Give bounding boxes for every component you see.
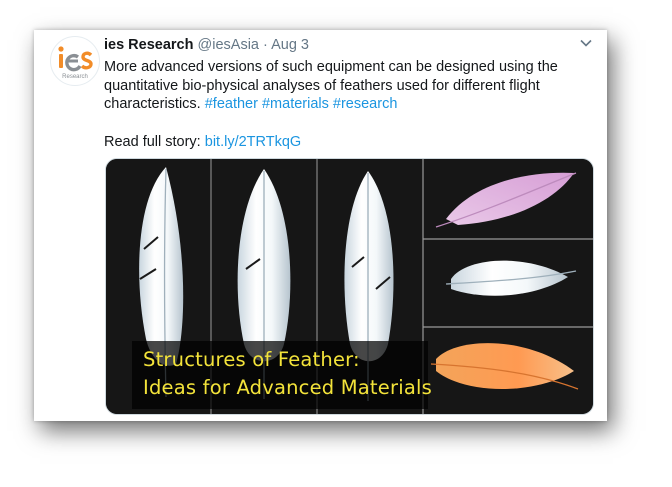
caption-line-2: Ideas for Advanced Materials bbox=[143, 376, 432, 399]
ies-logo-icon: Research bbox=[58, 46, 93, 80]
caption-line-1: Structures of Feather: bbox=[143, 348, 360, 371]
image-caption: Structures of Feather: Ideas for Advance… bbox=[132, 341, 432, 409]
tweet-main-text: More advanced versions of such equipment… bbox=[104, 59, 558, 112]
avatar-subtext: Research bbox=[62, 74, 88, 80]
author-handle[interactable]: @iesAsia bbox=[198, 37, 259, 53]
tweet-text: More advanced versions of such equipment… bbox=[104, 58, 574, 151]
hashtag-research[interactable]: #research bbox=[333, 96, 397, 112]
separator-dot: · bbox=[263, 37, 268, 53]
tweet-header: ies Research @iesAsia · Aug 3 bbox=[104, 37, 309, 53]
chevron-down-icon[interactable] bbox=[579, 36, 593, 50]
hashtag-materials[interactable]: #materials bbox=[262, 96, 329, 112]
read-full-story-line: Read full story: bit.ly/2TRTkqG bbox=[104, 133, 574, 152]
tweet-date[interactable]: Aug 3 bbox=[271, 37, 309, 53]
tweet-card[interactable]: Research ies Research @iesAsia · Aug 3 M… bbox=[34, 30, 607, 421]
avatar[interactable]: Research bbox=[50, 36, 100, 86]
hashtag-feather[interactable]: #feather bbox=[205, 96, 258, 112]
media-image[interactable]: Structures of Feather: Ideas for Advance… bbox=[105, 158, 594, 415]
read-label: Read full story: bbox=[104, 133, 201, 150]
author-name[interactable]: ies Research bbox=[104, 37, 193, 53]
story-link[interactable]: bit.ly/2TRTkqG bbox=[205, 134, 301, 150]
